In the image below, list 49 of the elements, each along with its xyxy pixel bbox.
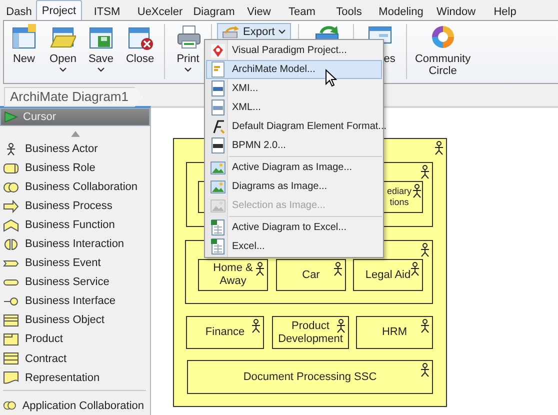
menu-tab[interactable]: Tools [326, 2, 372, 20]
menu-item[interactable]: Active Diagram as Image... [206, 158, 382, 177]
menu-tab[interactable]: UeXceler [132, 2, 188, 20]
palette-item[interactable]: Product [0, 330, 150, 349]
diagram-node[interactable]: Car [276, 259, 346, 291]
palette-item[interactable]: Business Function [0, 216, 150, 235]
diagram-node[interactable]: HRM [356, 316, 433, 349]
palette-item[interactable]: Business Role [0, 158, 150, 178]
export-button[interactable]: Export [217, 23, 291, 40]
menu-tab[interactable]: Modeling [372, 2, 430, 20]
ribbon-button[interactable]: Close [120, 24, 160, 65]
diagram-node[interactable]: Finance [186, 316, 264, 349]
menu-tab[interactable]: Window [430, 2, 482, 20]
ribbon-button[interactable]: New [4, 24, 44, 65]
menu-item[interactable]: Excel... [206, 237, 382, 256]
ribbon-button[interactable]: Save [82, 24, 120, 75]
palette-item[interactable]: Business Event [0, 254, 150, 273]
menu-tab[interactable]: ITSM [82, 2, 132, 20]
ribbon-button[interactable]: Open [44, 24, 82, 75]
diagram-node[interactable]: Product Development [272, 316, 349, 349]
ribbon-button[interactable]: Community Circle [410, 24, 475, 77]
menu-tab[interactable]: View [240, 2, 278, 20]
palette-item[interactable]: Business Process [0, 196, 150, 216]
menu-tab[interactable]: Project [36, 0, 82, 20]
menu-tab[interactable]: Help [482, 2, 528, 20]
palette-item[interactable]: Business Object [0, 310, 150, 330]
menu-item[interactable]: Diagrams as Image... [206, 177, 382, 196]
menu-item[interactable]: BPMN 2.0... [206, 136, 382, 155]
palette-item[interactable]: Representation [0, 368, 150, 388]
palette-item[interactable]: Business Interaction [0, 234, 150, 254]
cursor-tool[interactable]: Cursor [0, 108, 150, 126]
diagram-node[interactable]: Legal Aid [353, 259, 423, 291]
menu-tab[interactable]: Diagram [188, 2, 240, 20]
menu-item[interactable]: XML... [206, 98, 382, 117]
menu-tab[interactable]: Dash [2, 2, 36, 20]
palette-item[interactable]: Business Collaboration [0, 178, 150, 197]
palette-item[interactable]: Business Service [0, 272, 150, 292]
palette-item[interactable]: Application Collaboration [0, 396, 150, 415]
menu-item[interactable]: Active Diagram to Excel... [206, 218, 382, 237]
palette-item[interactable]: Contract [0, 349, 150, 368]
menu-tab[interactable]: Team [278, 2, 326, 20]
menu-item[interactable]: Visual Paradigm Project... [206, 41, 382, 60]
breadcrumb-item[interactable]: ArchiMate Diagram1 [4, 87, 144, 107]
palette-item[interactable]: Business Interface [0, 292, 150, 311]
diagram-node[interactable]: Document Processing SSC [187, 360, 433, 394]
menu-item[interactable]: ArchiMate Model... [206, 60, 382, 79]
diagram-node[interactable]: Home & Away [198, 259, 268, 291]
palette-item[interactable]: Business Actor [0, 140, 150, 159]
export-label: Export [243, 26, 275, 38]
